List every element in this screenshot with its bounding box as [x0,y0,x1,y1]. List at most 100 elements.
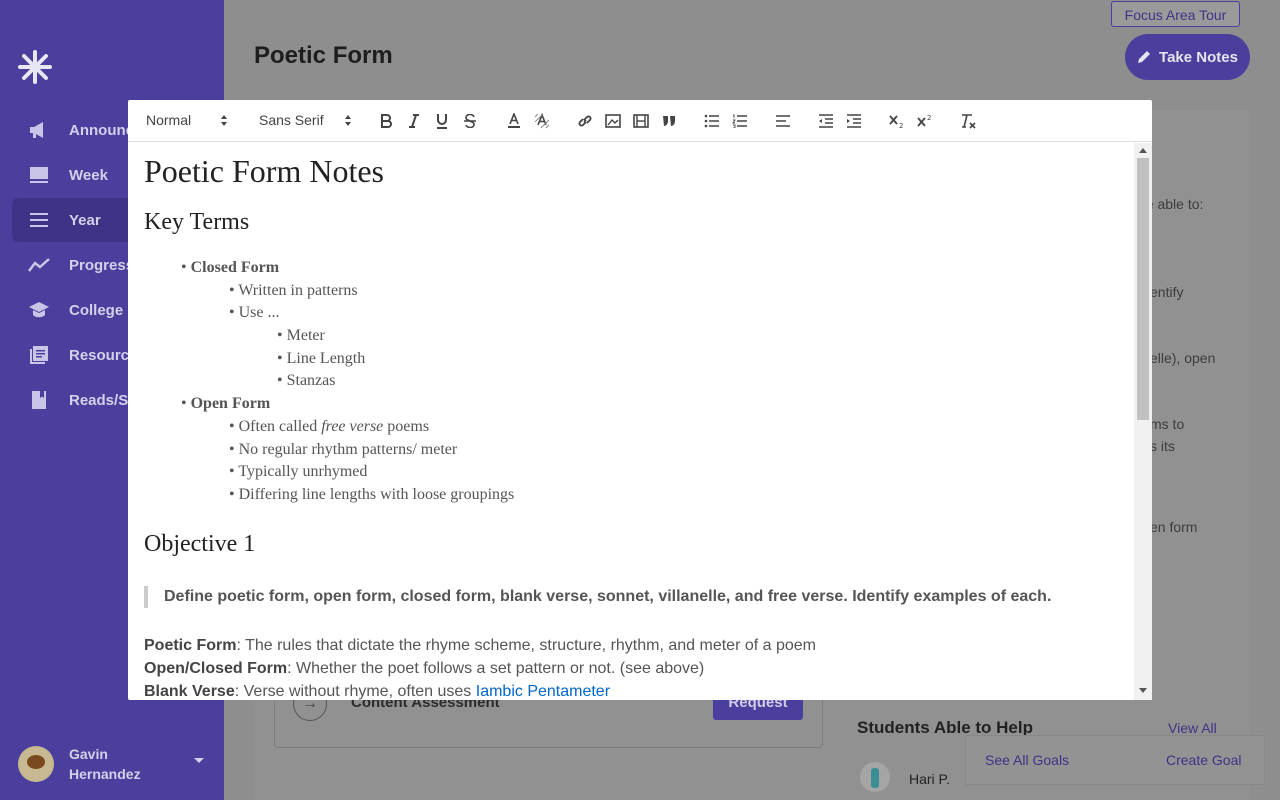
sidebar-item-label: Year [69,211,101,229]
megaphone-icon [28,119,50,141]
definition-term: Open/Closed Form [144,660,288,677]
background-color-icon[interactable] [532,111,552,131]
align-left-icon[interactable] [773,111,793,131]
editor-toolbar: Normal Sans Serif 2 2 [128,100,1152,142]
list-item: • Open Form [181,395,271,412]
objective-heading: Objective 1 [144,531,256,557]
list-item: • Meter [277,327,325,344]
list-item: • Written in patterns [229,282,358,299]
resources-icon [28,344,50,366]
objective-text-fragment: entify [1150,284,1184,300]
scroll-up-arrow-icon[interactable] [1139,148,1147,153]
avatar [18,746,54,782]
subscript-icon[interactable]: 2 [887,111,907,131]
list-item-text: No regular rhythm patterns/ meter [238,441,458,458]
trend-line-icon [28,254,50,276]
key-terms-heading: Key Terms [144,209,250,235]
bold-icon[interactable] [376,111,396,131]
list-item-text: Use ... [238,304,280,321]
svg-text:2: 2 [899,122,903,129]
editor-scrollbar[interactable] [1134,143,1152,700]
scroll-down-arrow-icon[interactable] [1139,688,1147,693]
caret-down-icon [194,758,204,763]
select-arrows-icon [344,112,352,130]
italic-icon[interactable] [404,111,424,131]
definition-term: Blank Verse [144,683,235,700]
take-notes-button[interactable]: Take Notes [1125,34,1250,80]
objective-text-fragment: ms to [1150,416,1185,432]
open-form-term: Open Form [190,395,271,412]
list-item-text: poems [383,418,430,435]
list-item: • Typically unrhymed [229,463,368,480]
strikethrough-icon[interactable] [460,111,480,131]
user-menu[interactable]: Gavin Hernandez [18,744,204,784]
view-all-link[interactable]: View All [1168,720,1217,736]
blockquote-icon[interactable] [659,111,679,131]
scroll-thumb[interactable] [1137,158,1149,420]
closed-form-term: Closed Form [190,259,280,276]
list-item-text: Line Length [286,350,366,367]
definition-text: : The rules that dictate the rhyme schem… [236,637,816,654]
video-icon[interactable] [631,111,651,131]
text-color-icon[interactable] [504,111,524,131]
sidebar-item-label: College [69,301,124,319]
list-item: • No regular rhythm patterns/ meter [229,441,458,458]
graduation-cap-icon [28,299,50,321]
clear-formatting-icon[interactable] [958,111,978,131]
definition-line: Blank Verse: Verse without rhyme, often … [144,683,610,700]
list-item-text: Differing line lengths with loose groupi… [238,486,515,503]
iambic-pentameter-link[interactable]: Iambic Pentameter [476,683,610,700]
page-title: Poetic Form [254,42,393,69]
indent-icon[interactable] [844,111,864,131]
list-item-text: Typically unrhymed [238,463,368,480]
objective-text-fragment: elle), open [1150,350,1216,366]
objective-text-fragment: s its [1150,438,1175,454]
select-arrows-icon [220,112,228,130]
heading-select-value: Normal [146,112,192,128]
list-item: • Often called free verse poems [229,418,430,435]
objective-text-fragment: en form [1150,519,1198,535]
objective-blockquote: Define poetic form, open form, closed fo… [144,586,1104,608]
sidebar-item-label: Progress [69,256,135,274]
heading-select[interactable]: Normal [146,112,232,130]
user-name: Gavin Hernandez [69,746,141,782]
see-all-goals-link[interactable]: See All Goals [985,752,1069,768]
font-select-value: Sans Serif [259,112,324,128]
outdent-icon[interactable] [816,111,836,131]
list-item-text: Stanzas [286,372,336,389]
svg-text:2: 2 [927,114,931,122]
notes-editor: Normal Sans Serif 2 2 Poetic Form Notes … [128,100,1152,700]
list-icon [28,209,50,231]
superscript-icon[interactable]: 2 [915,111,935,131]
document-title: Poetic Form Notes [144,153,384,189]
take-notes-label: Take Notes [1159,48,1238,66]
list-item: • Use ... [229,304,280,321]
underline-icon[interactable] [432,111,452,131]
definition-term: Poetic Form [144,637,237,654]
editor-content[interactable]: Poetic Form Notes Key Terms • Closed For… [128,143,1134,700]
goals-bar: See All Goals Create Goal [965,735,1265,785]
book-icon [28,389,50,411]
definition-line: Open/Closed Form: Whether the poet follo… [144,660,704,678]
list-item: • Line Length [277,350,366,367]
student-avatar [860,762,890,792]
create-goal-link[interactable]: Create Goal [1166,752,1241,768]
bullet-list-icon[interactable] [702,111,722,131]
focus-area-tour-button[interactable]: Focus Area Tour [1111,1,1240,27]
list-item-text: Meter [286,327,325,344]
list-item-text: Written in patterns [238,282,358,299]
pencil-icon [1138,51,1151,63]
list-item: • Closed Form [181,259,280,276]
ordered-list-icon[interactable] [730,111,750,131]
list-item: • Differing line lengths with loose grou… [229,486,515,503]
asterisk-logo-icon[interactable] [18,50,52,84]
font-select[interactable]: Sans Serif [259,112,355,130]
definition-line: Poetic Form: The rules that dictate the … [144,637,816,655]
emphasis-text: free verse [321,418,384,435]
definition-text: : Whether the poet follows a set pattern… [287,660,705,677]
link-icon[interactable] [575,111,595,131]
list-item-text: Often called [238,418,322,435]
student-name[interactable]: Hari P. [909,771,950,787]
image-icon[interactable] [603,111,623,131]
definition-text: : Verse without rhyme, often uses [234,683,476,700]
